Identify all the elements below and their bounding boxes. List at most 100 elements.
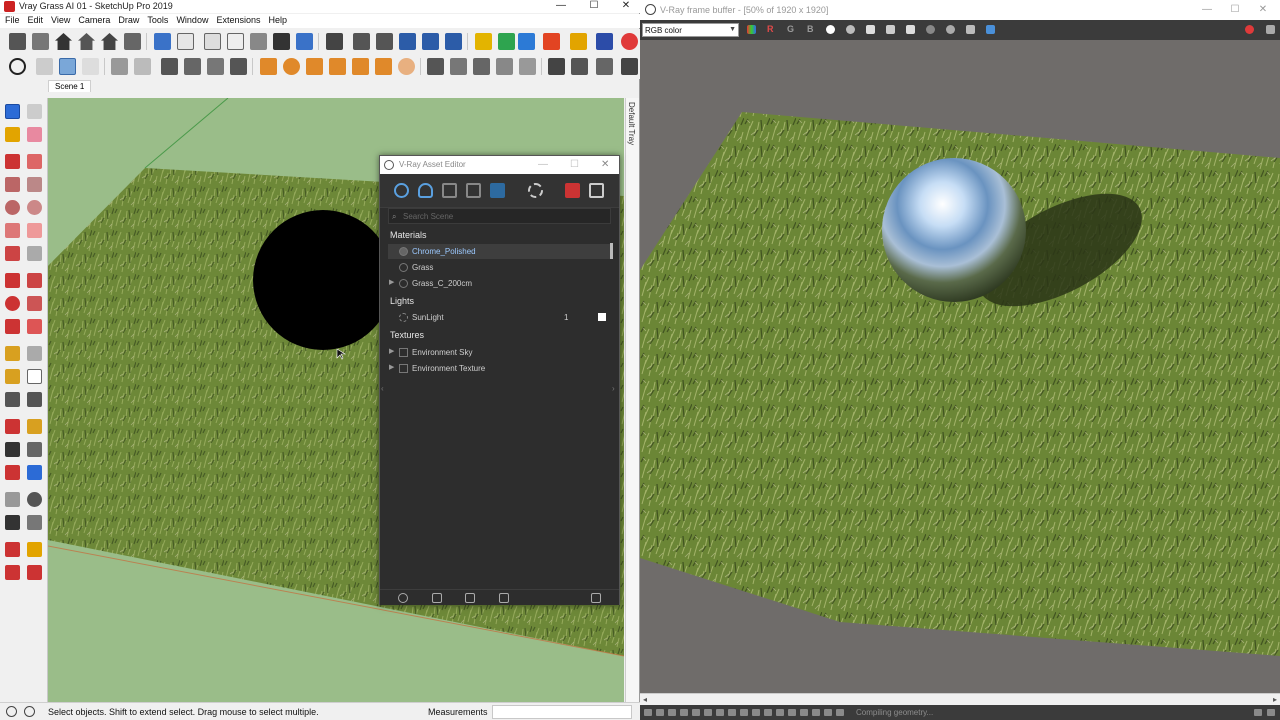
offset-icon[interactable] <box>27 319 42 334</box>
save-image-icon[interactable] <box>866 25 875 34</box>
two-point-arc-icon[interactable] <box>27 223 42 238</box>
asset-search-input[interactable]: ⌕ Search Scene <box>388 208 611 224</box>
vray-asset-editor-icon[interactable] <box>543 33 560 50</box>
rotated-rectangle-icon[interactable] <box>27 177 42 192</box>
vray-tools-icon[interactable] <box>596 33 613 50</box>
pixel-aspect-icon[interactable] <box>776 709 784 716</box>
pie-tool-icon[interactable] <box>27 246 42 261</box>
load-image-icon[interactable] <box>886 25 895 34</box>
clear-image-icon[interactable] <box>906 25 915 34</box>
orbit-tool-icon[interactable] <box>5 419 20 434</box>
circle-tool-icon[interactable] <box>5 200 20 215</box>
ies-light-icon[interactable] <box>329 58 346 75</box>
protractor-icon[interactable] <box>5 369 20 384</box>
look-around-icon[interactable] <box>27 492 42 507</box>
proxy-export-icon[interactable] <box>450 58 467 75</box>
follow-me-icon[interactable] <box>27 296 42 311</box>
extension-warehouse-icon[interactable] <box>101 33 118 50</box>
extension-icon[interactable] <box>27 542 42 557</box>
scale-icon[interactable] <box>5 319 20 334</box>
menu-tools[interactable]: Tools <box>142 14 171 25</box>
help-icon[interactable] <box>1267 709 1275 716</box>
house-icon[interactable] <box>78 33 95 50</box>
curves-icon[interactable] <box>704 709 712 716</box>
settings-icon[interactable] <box>1254 709 1262 716</box>
measurements-input[interactable] <box>492 705 632 719</box>
open-folder-icon[interactable] <box>432 593 442 603</box>
section-icon[interactable] <box>134 58 151 75</box>
texture-environment-sky[interactable]: ▶ Environment Sky <box>388 345 612 360</box>
vray-logo-icon[interactable] <box>9 58 26 75</box>
info-panel-icon[interactable] <box>800 709 808 716</box>
srgb-icon[interactable] <box>764 709 772 716</box>
default-tray-tab[interactable]: Default Tray <box>625 98 639 702</box>
red-channel-button[interactable]: R <box>767 24 774 34</box>
fit-icon[interactable] <box>207 58 224 75</box>
menu-view[interactable]: View <box>46 14 73 25</box>
wireframe-icon[interactable] <box>353 33 370 50</box>
fit-icon[interactable] <box>824 709 832 716</box>
section-plane-icon[interactable] <box>27 515 42 530</box>
omni-light-icon[interactable] <box>352 58 369 75</box>
close-icon[interactable]: ✕ <box>1252 4 1274 17</box>
tape-measure-icon[interactable] <box>5 346 20 361</box>
hidden-line-icon[interactable] <box>376 33 393 50</box>
mono-channel-icon[interactable] <box>846 25 855 34</box>
getting-started-icon[interactable] <box>9 33 26 50</box>
vfb-render-view[interactable] <box>640 40 1280 693</box>
lock-icon[interactable] <box>230 58 247 75</box>
arc-tool-icon[interactable] <box>5 223 20 238</box>
minimize-icon[interactable]: — <box>538 159 548 170</box>
vray-settings-icon[interactable] <box>621 33 638 50</box>
freehand-tool-icon[interactable] <box>27 154 42 169</box>
rectangle-tool-icon[interactable] <box>5 177 20 192</box>
settings-gear-icon[interactable] <box>528 183 543 198</box>
stereo-icon[interactable] <box>788 709 796 716</box>
material-grass[interactable]: Grass <box>388 260 612 275</box>
paint-bucket-icon[interactable] <box>5 127 20 142</box>
line-tool-icon[interactable] <box>5 154 20 169</box>
maximize-icon[interactable]: ☐ <box>570 159 579 170</box>
clipper-icon[interactable] <box>519 58 536 75</box>
left-view-icon[interactable] <box>273 33 290 50</box>
exposure-icon[interactable] <box>668 709 676 716</box>
polygon-tool-icon[interactable] <box>27 200 42 215</box>
top-view-icon[interactable] <box>177 33 194 50</box>
textures-category-icon[interactable] <box>490 183 505 198</box>
axes-tool-icon[interactable] <box>5 392 20 407</box>
chrome-sphere[interactable] <box>253 210 393 350</box>
spot-light-icon[interactable] <box>306 58 323 75</box>
mesh-light-icon[interactable] <box>398 58 415 75</box>
history-icon[interactable] <box>644 709 652 716</box>
compare-icon[interactable] <box>836 709 844 716</box>
right-view-icon[interactable] <box>227 33 244 50</box>
delete-icon[interactable] <box>499 593 509 603</box>
shaded-icon[interactable] <box>399 33 416 50</box>
scene-tab[interactable]: Scene 1 <box>48 80 92 92</box>
track-mouse-icon[interactable] <box>926 25 935 34</box>
model-info-icon[interactable] <box>124 33 141 50</box>
render-button-icon[interactable] <box>565 183 580 198</box>
stop-render-icon[interactable] <box>1245 25 1254 34</box>
frame-buffer-icon[interactable] <box>589 183 604 198</box>
iso-view-icon[interactable] <box>154 33 171 50</box>
menu-camera[interactable]: Camera <box>73 14 113 25</box>
color-channels-icon[interactable] <box>747 25 756 34</box>
back-view-icon[interactable] <box>250 33 267 50</box>
texture-environment-texture[interactable]: ▶ Environment Texture <box>388 361 612 376</box>
cube-icon[interactable] <box>32 33 49 50</box>
zoom-window-icon[interactable] <box>27 442 42 457</box>
expand-arrow-icon[interactable]: ▶ <box>389 347 394 355</box>
menu-edit[interactable]: Edit <box>23 14 47 25</box>
pan-tool-icon[interactable] <box>27 419 42 434</box>
send-to-layout-icon[interactable] <box>5 565 20 580</box>
fur-icon[interactable] <box>496 58 513 75</box>
move-icon[interactable] <box>5 273 20 288</box>
maximize-icon[interactable]: ☐ <box>583 0 605 13</box>
pack-icon[interactable] <box>596 58 613 75</box>
ocio-icon[interactable] <box>740 709 748 716</box>
bottom-view-icon[interactable] <box>296 33 313 50</box>
render-elements-icon[interactable] <box>466 183 481 198</box>
minimize-icon[interactable]: — <box>1196 4 1218 17</box>
vray-frame-buffer-icon[interactable] <box>570 33 587 50</box>
